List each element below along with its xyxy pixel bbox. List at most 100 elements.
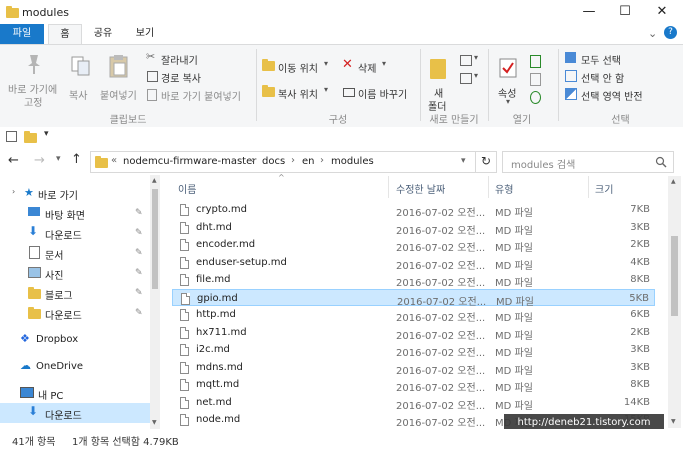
title-bar[interactable]: modules — ☐ ✕ — [0, 0, 683, 24]
checkbox-icon[interactable] — [6, 131, 17, 142]
file-icon — [180, 204, 189, 216]
breadcrumb-segment[interactable]: nodemcu-firmware-master — [123, 156, 256, 167]
tab-view[interactable]: 보기 — [128, 24, 162, 44]
file-name: i2c.md — [196, 344, 230, 355]
table-row[interactable]: net.md 2016-07-02 오전... MD 파일 14KB — [172, 394, 655, 412]
item-count: 41개 항목 — [12, 437, 56, 448]
clipboard-group-label: 클립보드 — [109, 115, 147, 126]
properties-button[interactable]: 속성 ▾ — [494, 49, 524, 109]
move-to-button[interactable]: 이동 위치 ▾ — [262, 59, 334, 75]
file-name: mqtt.md — [196, 379, 240, 390]
file-list: crypto.md 2016-07-02 오전... MD 파일 7KB dht.md 2… — [0, 200, 683, 429]
search-input[interactable]: modules 검색 — [511, 156, 575, 171]
address-bar[interactable]: « nodemcu-firmware-master › docs › en › … — [90, 151, 497, 173]
column-name[interactable]: 이름 — [178, 181, 196, 196]
file-size: 4KB — [630, 256, 650, 268]
scroll-down-icon[interactable]: ▼ — [671, 418, 676, 425]
open-group-label: 열기 — [512, 115, 532, 126]
table-row[interactable]: mqtt.md 2016-07-02 오전... MD 파일 8KB — [172, 376, 655, 394]
table-row[interactable]: crypto.md 2016-07-02 오전... MD 파일 7KB — [172, 201, 655, 219]
chevron-right-icon: › — [291, 155, 295, 166]
paste-shortcut-button[interactable]: 바로 가기 붙여넣기 — [146, 87, 256, 103]
paste-label: 붙여넣기 — [100, 91, 137, 102]
file-name: enduser-setup.md — [196, 256, 287, 268]
new-folder-button[interactable]: 새 폴더 — [424, 49, 454, 113]
tab-share[interactable]: 공유 — [86, 24, 120, 44]
table-row[interactable]: i2c.md 2016-07-02 오전... MD 파일 3KB — [172, 341, 655, 359]
tab-home[interactable]: 홈 — [48, 24, 82, 45]
file-type: MD 파일 — [495, 243, 533, 254]
invert-selection-button[interactable]: 선택 영역 반전 — [565, 87, 680, 103]
tab-file[interactable]: 파일 — [0, 24, 44, 44]
table-row[interactable]: enduser-setup.md 2016-07-02 오전... MD 파일 4KB — [172, 254, 655, 272]
rename-button[interactable]: 이름 바꾸기 — [342, 85, 416, 101]
select-none-button[interactable]: 선택 안 함 — [565, 69, 675, 85]
copy-path-label: 경로 복사 — [161, 74, 201, 85]
folder-icon — [95, 156, 108, 168]
file-type: MD 파일 — [495, 330, 533, 342]
chevron-down-icon[interactable]: ▾ — [461, 156, 466, 166]
copy-path-button[interactable]: 경로 복사 — [146, 69, 246, 85]
table-row[interactable]: http.md 2016-07-02 오전... MD 파일 6KB — [172, 306, 655, 324]
folder-icon[interactable] — [24, 131, 37, 143]
up-arrow-icon[interactable]: ↑ — [71, 152, 82, 167]
pin-quick-access-button[interactable]: 바로 가기에 고정 — [6, 49, 66, 109]
select-all-button[interactable]: 모두 선택 — [565, 51, 675, 67]
file-date: 2016-07-02 오전... — [396, 225, 486, 237]
delete-button[interactable]: ✕ 삭제 ▾ — [342, 57, 392, 75]
file-icon — [180, 379, 189, 391]
divider[interactable] — [388, 176, 389, 198]
minimize-button[interactable]: — — [572, 0, 606, 24]
file-date: 2016-07-02 오전... — [396, 365, 486, 377]
selection-info: 1개 항목 선택함 4.79KB — [72, 437, 179, 448]
cut-button[interactable]: ✂ 잘라내기 — [146, 50, 246, 67]
rename-label: 이름 바꾸기 — [358, 90, 408, 101]
folder-icon — [6, 6, 19, 18]
refresh-icon[interactable]: ↻ — [481, 154, 491, 168]
qat-dropdown-icon[interactable]: ▾ — [44, 129, 49, 139]
table-row[interactable]: dht.md 2016-07-02 오전... MD 파일 3KB — [172, 219, 655, 237]
move-folder-icon — [262, 59, 275, 71]
paste-button[interactable]: 붙여넣기 — [98, 49, 140, 109]
search-icon[interactable] — [655, 156, 667, 168]
scroll-up-icon[interactable]: ▲ — [152, 177, 157, 184]
back-arrow-icon[interactable]: ← — [8, 153, 19, 168]
chevron-down-icon[interactable]: ⌄ — [648, 27, 657, 40]
column-size[interactable]: 크기 — [595, 181, 613, 196]
column-type[interactable]: 유형 — [495, 181, 513, 196]
table-row[interactable]: mdns.md 2016-07-02 오전... MD 파일 3KB — [172, 359, 655, 377]
help-icon[interactable]: ? — [664, 26, 677, 39]
table-row[interactable]: file.md 2016-07-02 오전... MD 파일 8KB — [172, 271, 655, 289]
file-date: 2016-07-02 오전... — [396, 243, 486, 254]
recent-dropdown-icon[interactable]: ▾ — [56, 154, 61, 164]
new-item-buttons[interactable]: ▾ ▾ — [458, 53, 484, 93]
maximize-button[interactable]: ☐ — [608, 0, 642, 24]
open-icon — [530, 55, 541, 68]
breadcrumb-segment[interactable]: en — [302, 156, 315, 167]
overflow-icon[interactable]: « — [111, 155, 117, 166]
copy-button[interactable]: 복사 — [66, 49, 96, 109]
forward-arrow-icon[interactable]: → — [34, 153, 45, 168]
file-name: encoder.md — [196, 239, 256, 250]
file-date: 2016-07-02 오전... — [396, 278, 486, 289]
open-buttons[interactable] — [528, 53, 552, 107]
table-row[interactable]: hx711.md 2016-07-02 오전... MD 파일 2KB — [172, 324, 655, 342]
search-box[interactable]: modules 검색 — [502, 151, 674, 173]
file-scroll-thumb[interactable] — [671, 236, 678, 316]
divider[interactable] — [588, 176, 589, 198]
file-icon — [180, 344, 189, 356]
file-list-scrollbar[interactable]: ▲ ▼ — [668, 176, 681, 428]
file-size: 2KB — [630, 326, 650, 338]
table-row[interactable]: gpio.md 2016-07-02 오전... MD 파일 5KB — [172, 288, 655, 308]
copy-to-button[interactable]: 복사 위치 ▾ — [262, 85, 334, 101]
scroll-up-icon[interactable]: ▲ — [671, 178, 676, 185]
column-date[interactable]: 수정한 날짜 — [396, 181, 445, 196]
breadcrumb-segment[interactable]: modules — [331, 156, 374, 167]
expand-icon[interactable]: › — [12, 187, 15, 196]
divider[interactable] — [488, 176, 489, 198]
table-row[interactable]: encoder.md 2016-07-02 오전... MD 파일 2KB — [172, 236, 655, 254]
close-button[interactable]: ✕ — [645, 0, 679, 24]
file-size: 8KB — [630, 274, 650, 285]
file-date: 2016-07-02 오전... — [396, 260, 486, 272]
breadcrumb-segment[interactable]: docs — [262, 156, 285, 167]
